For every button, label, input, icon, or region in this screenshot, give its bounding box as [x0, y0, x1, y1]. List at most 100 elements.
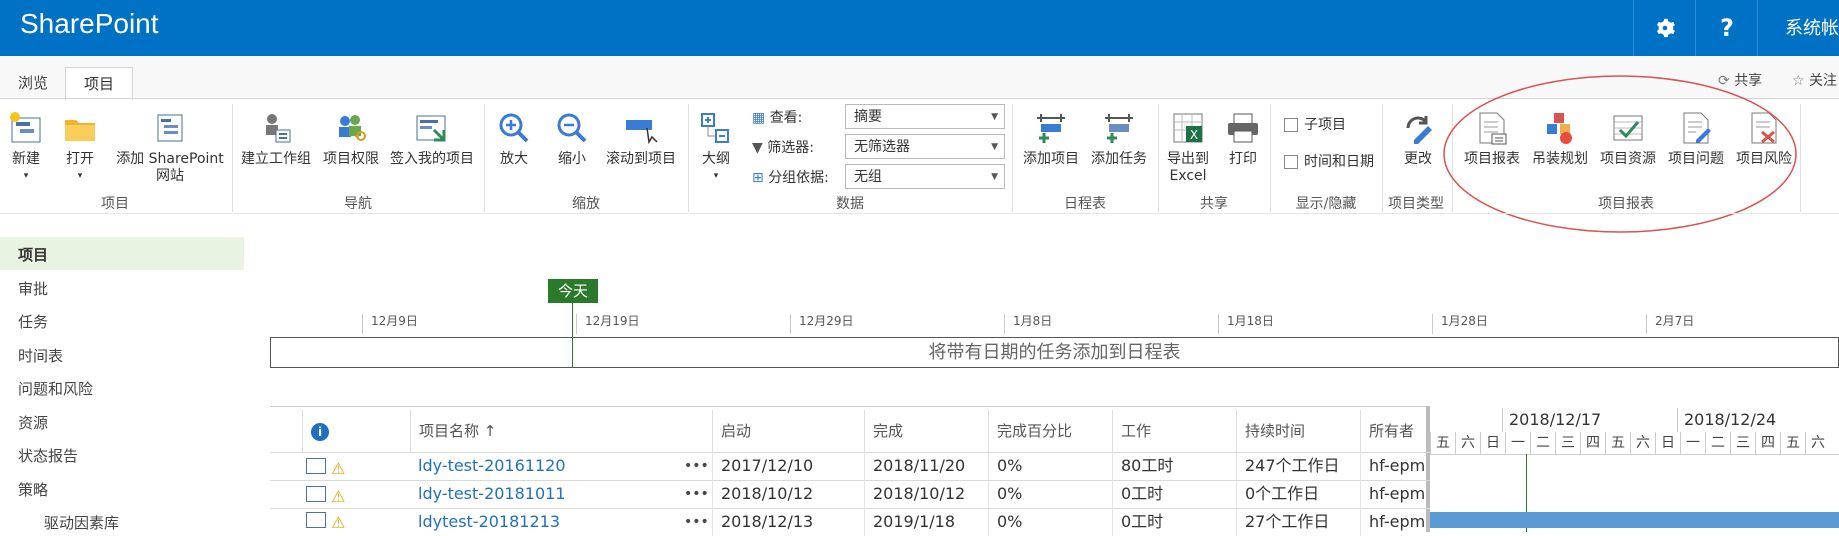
owner: hf-epm: [1360, 480, 1426, 508]
percent-complete: 0%: [988, 480, 1112, 508]
project-permissions-button[interactable]: 项目权限: [318, 110, 384, 168]
finish-date: 2018/11/20: [864, 452, 988, 480]
gantt-task-bar[interactable]: [1430, 512, 1839, 528]
project-icon: [306, 486, 326, 502]
settings-button[interactable]: [1633, 0, 1696, 56]
grid-header-start[interactable]: 启动: [712, 410, 864, 452]
table-row[interactable]: ⚠ ldy-test-20181011 ••• 2018/10/12 2018/…: [270, 480, 1426, 508]
scroll-to-project-button[interactable]: 滚动到项目: [600, 110, 682, 168]
chevron-down-icon: ▾: [77, 171, 83, 181]
gantt-day-cell: 二: [1705, 432, 1730, 454]
timeline-add-icon: [1105, 114, 1133, 143]
group-label-zoom: 缩放: [572, 196, 600, 212]
timeline-tick: 2月7日: [1646, 314, 1694, 334]
nav-item-approvals[interactable]: 审批: [18, 278, 48, 299]
more-options-icon[interactable]: •••: [684, 452, 709, 480]
view-icon: ▦: [752, 110, 766, 126]
new-project-icon: [10, 112, 41, 143]
timeline-placeholder[interactable]: 将带有日期的任务添加到日程表: [270, 337, 1839, 368]
group-label-navigation: 导航: [344, 196, 372, 212]
gantt-day-cell: 二: [1530, 432, 1555, 454]
folder-icon: [65, 120, 95, 141]
project-row-icons: ⚠: [306, 486, 345, 506]
grid-header-name[interactable]: 项目名称 ↑: [410, 410, 712, 452]
group-label-schedule: 日程表: [1064, 196, 1106, 212]
outline-button[interactable]: 大纲 ▾: [696, 110, 736, 185]
ribbon-separator: [232, 104, 233, 212]
duration: 0个工作日: [1236, 480, 1360, 508]
time-date-checkbox[interactable]: [1284, 155, 1298, 169]
zoom-in-icon: [499, 113, 529, 143]
project-name-link[interactable]: ldy-test-20161120: [410, 452, 640, 480]
svg-text:X: X: [1190, 128, 1198, 142]
chevron-down-icon: ▼: [991, 172, 998, 182]
outline-icon: [701, 113, 729, 143]
change-icon: [1406, 116, 1432, 144]
filter-select[interactable]: 无筛选器 ▼: [845, 134, 1005, 159]
group-by-icon: ⊞: [752, 170, 764, 186]
more-options-icon[interactable]: •••: [684, 480, 709, 508]
account-name[interactable]: 系统帐户: [1785, 14, 1839, 40]
chevron-down-icon: ▼: [991, 142, 998, 152]
start-date: 2017/12/10: [712, 452, 864, 480]
nav-item-status-reports[interactable]: 状态报告: [18, 445, 78, 466]
nav-item-projects[interactable]: 项目: [18, 244, 48, 265]
table-row[interactable]: ⚠ ldytest-20181213 ••• 2018/12/13 2019/1…: [270, 508, 1426, 536]
nav-item-tasks[interactable]: 任务: [18, 311, 48, 332]
timeline-tick: 1月28日: [1432, 314, 1488, 334]
view-select[interactable]: 摘要 ▼: [845, 104, 1005, 129]
export-to-excel-button[interactable]: X 导出到 Excel: [1162, 110, 1214, 185]
grid-header-finish[interactable]: 完成: [864, 410, 988, 452]
zoom-out-icon: [557, 113, 587, 143]
time-date-label: 时间和日期: [1304, 154, 1374, 170]
print-button[interactable]: 打印: [1222, 110, 1264, 168]
tab-project[interactable]: 项目: [65, 67, 134, 100]
start-date: 2018/10/12: [712, 480, 864, 508]
table-row[interactable]: ⚠ ldy-test-20161120 ••• 2017/12/10 2018/…: [270, 452, 1426, 480]
nav-item-issues-risks[interactable]: 问题和风险: [18, 378, 93, 399]
gantt-day-cell: 日: [1480, 432, 1505, 454]
team-icon: [266, 114, 291, 143]
change-project-type-button[interactable]: 更改: [1394, 110, 1442, 168]
checkin-my-project-button[interactable]: 签入我的项目: [386, 110, 478, 168]
subproject-checkbox[interactable]: [1284, 118, 1298, 132]
excel-icon: X: [1173, 113, 1203, 143]
timeline-tick: 1月8日: [1004, 314, 1052, 334]
add-project-to-timeline-button[interactable]: 添加项目: [1018, 110, 1084, 168]
gantt-day-cell: 三: [1555, 432, 1580, 454]
grid-header-duration[interactable]: 持续时间: [1236, 410, 1360, 452]
group-label-project-type: 项目类型: [1388, 196, 1444, 212]
tab-browse[interactable]: 浏览: [0, 67, 66, 99]
grid-header-owner[interactable]: 所有者: [1360, 410, 1420, 452]
ribbon-separator: [1158, 104, 1159, 212]
add-sharepoint-site-button[interactable]: 添加 SharePoint 网站: [110, 110, 230, 185]
gantt-day-cell: 五: [1780, 432, 1805, 454]
open-button[interactable]: 打开 ▾: [58, 110, 102, 185]
new-button[interactable]: 新建 ▾: [4, 110, 48, 185]
app-brand[interactable]: SharePoint: [20, 8, 159, 40]
zoom-out-button[interactable]: 缩小: [552, 110, 592, 168]
info-icon: i: [311, 423, 329, 441]
grid-header-work[interactable]: 工作: [1112, 410, 1236, 452]
add-task-to-timeline-button[interactable]: 添加任务: [1086, 110, 1152, 168]
printer-icon: [1228, 113, 1258, 143]
ribbon-separator: [1012, 104, 1013, 212]
timeline-tick: 12月9日: [362, 314, 418, 334]
project-name-link[interactable]: ldy-test-20181011: [410, 480, 640, 508]
filter-icon: ▼: [752, 140, 763, 156]
nav-item-timesheet[interactable]: 时间表: [18, 345, 63, 366]
subproject-label: 子项目: [1304, 117, 1346, 133]
build-team-button[interactable]: 建立工作组: [238, 110, 314, 168]
group-label-show-hide: 显示/隐藏: [1295, 196, 1357, 212]
gantt-day-cell: 五: [1430, 432, 1455, 454]
zoom-in-button[interactable]: 放大: [494, 110, 534, 168]
grid-header-percent[interactable]: 完成百分比: [988, 410, 1112, 452]
nav-item-strategy[interactable]: 策略: [18, 479, 48, 500]
project-row-icons: ⚠: [306, 512, 345, 532]
grid-header-select[interactable]: [270, 410, 302, 452]
nav-item-driver-library[interactable]: 驱动因素库: [44, 512, 119, 533]
help-button[interactable]: ?: [1695, 0, 1758, 56]
group-label-share: 共享: [1200, 196, 1228, 212]
nav-item-resources[interactable]: 资源: [18, 412, 48, 433]
group-by-select[interactable]: 无组 ▼: [845, 164, 1005, 189]
